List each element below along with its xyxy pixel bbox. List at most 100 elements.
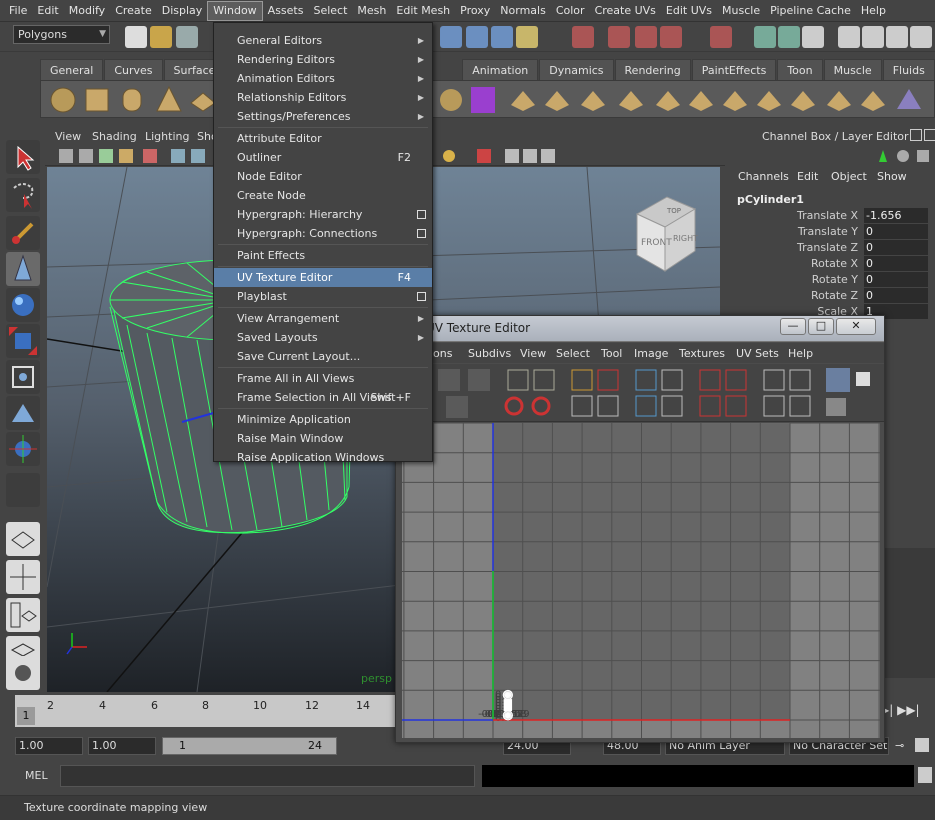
cb-menu-object[interactable]: Object: [831, 170, 867, 183]
float-panel-icon[interactable]: [910, 129, 922, 141]
menu-set-selector[interactable]: Polygons ▼: [13, 25, 110, 44]
channel-box-icons[interactable]: [875, 148, 935, 166]
single-perspective-layout-icon[interactable]: [6, 522, 40, 556]
menu-select[interactable]: Select: [308, 1, 352, 21]
snap-grid-icon[interactable]: [572, 26, 594, 48]
shelf-tab-toon[interactable]: Toon: [777, 59, 823, 80]
window-menu-item[interactable]: Outliner F2: [214, 148, 432, 167]
render-view-icon[interactable]: [838, 26, 860, 48]
window-menu-item[interactable]: Raise Main Window: [214, 429, 432, 448]
render-frame-icon[interactable]: [862, 26, 884, 48]
range-slider[interactable]: 1 24: [162, 737, 337, 755]
paint-select-tool-icon[interactable]: [6, 216, 40, 250]
menu-display[interactable]: Display: [157, 1, 208, 21]
menu-color[interactable]: Color: [551, 1, 590, 21]
channel-value[interactable]: -1.656: [864, 208, 928, 223]
snap-plane-icon[interactable]: [660, 26, 682, 48]
window-menu-item[interactable]: Node Editor: [214, 167, 432, 186]
window-menu-item[interactable]: Create Node: [214, 186, 432, 205]
select-tool-icon[interactable]: [6, 140, 40, 174]
shelf-tab-fluids[interactable]: Fluids: [882, 59, 935, 80]
window-menu-item[interactable]: Animation Editors ▶: [214, 69, 432, 88]
last-tool-slot[interactable]: [6, 473, 40, 507]
window-menu-item[interactable]: Rendering Editors ▶: [214, 50, 432, 69]
uv-grid-view[interactable]: 0.90.80.70.60.50.40.30.20.1 -0.3-0.2-0.1…: [402, 423, 880, 738]
menu-create[interactable]: Create: [110, 1, 157, 21]
menu-pipeline-cache[interactable]: Pipeline Cache: [765, 1, 856, 21]
four-view-layout-icon[interactable]: [6, 560, 40, 594]
menu-modify[interactable]: Modify: [64, 1, 110, 21]
channel-row[interactable]: Rotate X 0: [730, 256, 930, 272]
minimize-button[interactable]: —: [780, 318, 806, 335]
window-menu-item[interactable]: UV Texture Editor F4: [214, 268, 432, 287]
channel-row[interactable]: Translate X -1.656: [730, 208, 930, 224]
window-menu-item[interactable]: View Arrangement ▶: [214, 309, 432, 328]
shelf-tab-animation[interactable]: Animation: [462, 59, 539, 80]
show-manipulator-icon[interactable]: [6, 432, 40, 466]
uv-menu-view[interactable]: View: [520, 347, 546, 360]
time-slider[interactable]: 2 4 6 8 10 12 14 1: [15, 695, 395, 727]
soft-mod-tool-icon[interactable]: [6, 396, 40, 430]
channel-value[interactable]: 0: [864, 288, 928, 303]
window-menu-item[interactable]: Frame All in All Views: [214, 369, 432, 388]
option-box-icon[interactable]: [417, 210, 426, 219]
menu-edit-mesh[interactable]: Edit Mesh: [391, 1, 455, 21]
channel-value[interactable]: 0: [864, 256, 928, 271]
persp-outliner-layout-icon[interactable]: [6, 598, 40, 632]
maximize-button[interactable]: □: [808, 318, 834, 335]
new-scene-icon[interactable]: [125, 26, 147, 48]
menu-mesh[interactable]: Mesh: [352, 1, 391, 21]
ipr-render-icon[interactable]: [886, 26, 908, 48]
menu-edit-uvs[interactable]: Edit UVs: [661, 1, 717, 21]
command-language-label[interactable]: MEL: [25, 769, 48, 782]
rotate-tool-icon[interactable]: [6, 288, 40, 322]
selected-object-name[interactable]: pCylinder1: [737, 193, 804, 206]
output-ops-icon[interactable]: [778, 26, 800, 48]
window-menu-item[interactable]: Settings/Preferences ▶: [214, 107, 432, 126]
menu-edit[interactable]: Edit: [32, 1, 63, 21]
shelf-tab-dynamics[interactable]: Dynamics: [539, 59, 614, 80]
prefs-icon[interactable]: [915, 738, 929, 752]
channel-row[interactable]: Translate Z 0: [730, 240, 930, 256]
window-menu-item[interactable]: Hypergraph: Connections: [214, 224, 432, 243]
shelf-tab-muscle[interactable]: Muscle: [823, 59, 882, 80]
select-by-object-icon[interactable]: [491, 26, 513, 48]
uv-menu-textures[interactable]: Textures: [679, 347, 725, 360]
menu-normals[interactable]: Normals: [495, 1, 551, 21]
anim-start-field[interactable]: 1.00: [88, 737, 156, 755]
window-menu-item[interactable]: Minimize Application: [214, 410, 432, 429]
channel-row[interactable]: Translate Y 0: [730, 224, 930, 240]
window-menu-item[interactable]: Playblast: [214, 287, 432, 306]
option-box-icon[interactable]: [417, 229, 426, 238]
channel-value[interactable]: 0: [864, 272, 928, 287]
window-menu-item[interactable]: Attribute Editor: [214, 129, 432, 148]
key-icon[interactable]: ⊸: [895, 739, 904, 752]
window-menu-item[interactable]: Relationship Editors ▶: [214, 88, 432, 107]
window-menu-item[interactable]: Save Current Layout...: [214, 347, 432, 366]
history-icon[interactable]: [802, 26, 824, 48]
shelf-tab-general[interactable]: General: [40, 59, 104, 80]
channel-row[interactable]: Rotate Z 0: [730, 288, 930, 304]
uv-menu-help[interactable]: Help: [788, 347, 813, 360]
render-settings-icon[interactable]: [910, 26, 932, 48]
window-menu-item[interactable]: Paint Effects: [214, 246, 432, 265]
menu-help[interactable]: Help: [856, 1, 891, 21]
channel-row[interactable]: Rotate Y 0: [730, 272, 930, 288]
channel-value[interactable]: 0: [864, 224, 928, 239]
window-menu-item[interactable]: Saved Layouts ▶: [214, 328, 432, 347]
uv-canvas[interactable]: 0.9 0.8 0.7 0.6 0.5 0.4 0.3 0.2 0.1 -0.3 -0.2 -0.1…: [402, 423, 880, 738]
playback-controls[interactable]: ▶| ▶▶|: [880, 703, 930, 723]
help-icon[interactable]: [516, 26, 538, 48]
close-panel-icon[interactable]: [924, 129, 935, 141]
magnet-icon[interactable]: [710, 26, 732, 48]
menu-proxy[interactable]: Proxy: [455, 1, 495, 21]
menu-assets[interactable]: Assets: [263, 1, 309, 21]
cb-menu-show[interactable]: Show: [877, 170, 907, 183]
close-button[interactable]: ✕: [836, 318, 876, 335]
uv-editor-titlebar[interactable]: UV Texture Editor — □ ✕: [396, 316, 884, 342]
viewport-menu-shading[interactable]: Shading: [92, 130, 137, 143]
select-by-component-icon[interactable]: [466, 26, 488, 48]
input-ops-icon[interactable]: [754, 26, 776, 48]
window-menu-item[interactable]: Hypergraph: Hierarchy: [214, 205, 432, 224]
channel-value[interactable]: 0: [864, 240, 928, 255]
